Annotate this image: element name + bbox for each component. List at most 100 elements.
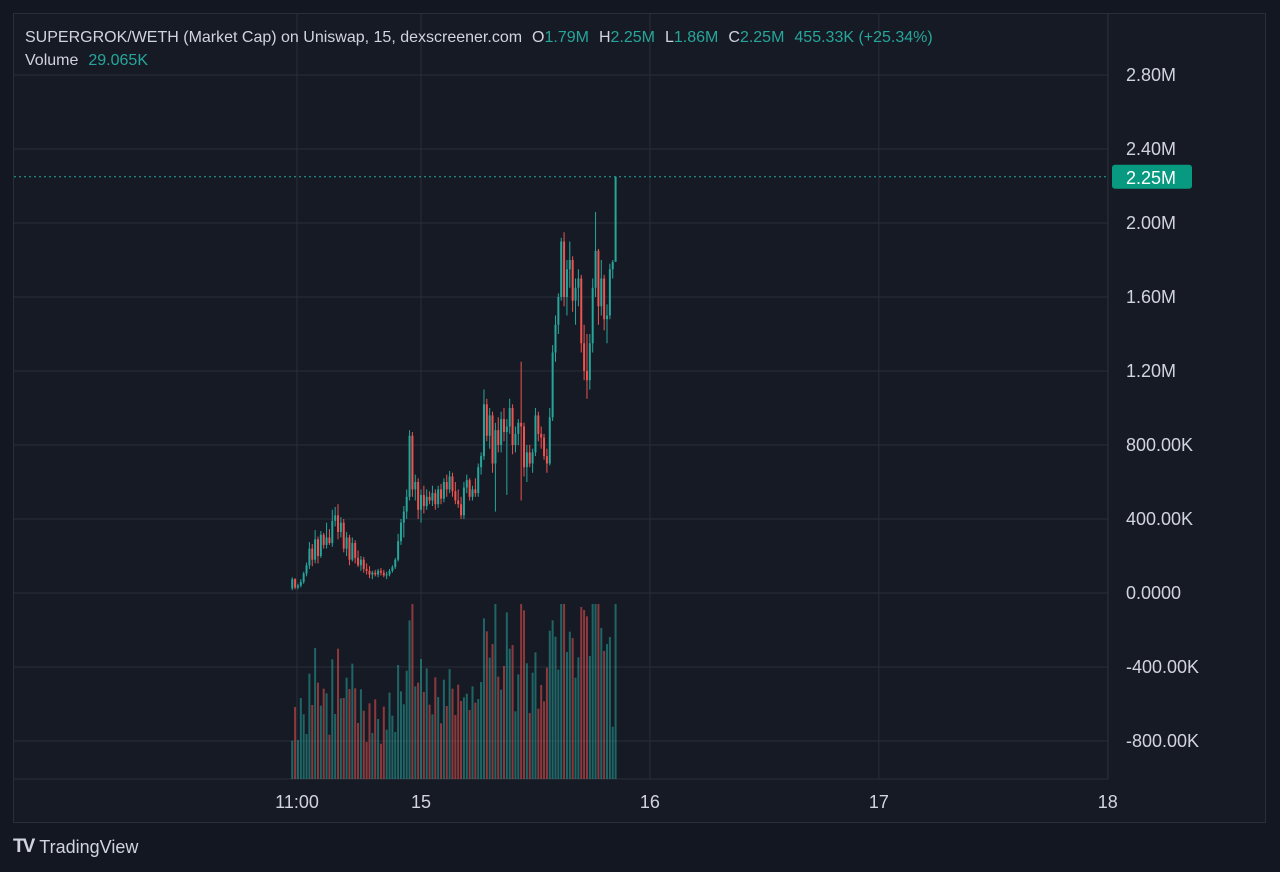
volume-bar — [548, 630, 551, 779]
candle-body — [299, 581, 302, 586]
candle — [445, 474, 448, 497]
candle — [411, 432, 414, 497]
volume-bar — [514, 711, 517, 779]
candle — [354, 540, 357, 564]
chart-legend: SUPERGROK/WETH (Market Cap) on Uniswap, … — [25, 26, 933, 72]
candle — [505, 419, 508, 495]
volume-bar — [482, 618, 485, 779]
volume-bar — [397, 665, 400, 779]
volume-bar — [296, 740, 299, 779]
volume-bar — [517, 674, 520, 779]
candle-body — [560, 241, 563, 297]
candle-body — [594, 250, 597, 288]
candle — [417, 478, 420, 519]
candle-body — [597, 250, 600, 307]
candle-body — [585, 371, 588, 381]
candle — [551, 345, 554, 421]
low-value: 1.86M — [673, 29, 719, 46]
volume-bar — [388, 692, 391, 779]
candle — [543, 433, 546, 460]
volume-bar — [425, 668, 428, 779]
candle — [394, 557, 397, 569]
candle-body — [591, 287, 594, 344]
candle — [491, 411, 494, 473]
candle — [351, 537, 354, 562]
candle-body — [428, 496, 431, 501]
candle-body — [294, 579, 297, 588]
tradingview-logo-icon[interactable]: TV — [13, 836, 35, 858]
candle — [374, 569, 377, 577]
candle-body — [371, 572, 374, 575]
candle — [408, 430, 411, 501]
volume-bar — [339, 698, 342, 779]
candle — [319, 531, 322, 558]
y-tick-label: 1.60M — [1126, 287, 1176, 307]
volume-bar — [568, 631, 571, 779]
candle-body — [531, 452, 534, 464]
volume-bar — [571, 638, 574, 779]
candle-body — [497, 430, 500, 445]
y-tick-label: 0.0000 — [1126, 583, 1181, 603]
volume-bar — [391, 715, 394, 779]
y-tick-label: 2.40M — [1126, 139, 1176, 159]
volume-bar — [331, 659, 334, 779]
candle-body — [411, 435, 414, 490]
volume-bar — [417, 682, 420, 779]
candle — [382, 569, 385, 578]
candle-body — [508, 408, 511, 427]
candle — [523, 422, 526, 477]
candle-body — [563, 241, 566, 297]
candle-body — [368, 570, 371, 575]
x-tick-label: 15 — [411, 792, 431, 812]
volume-bar — [305, 734, 308, 779]
candle-body — [365, 568, 368, 571]
candle — [477, 463, 480, 497]
candle-body — [445, 482, 448, 490]
candle — [311, 543, 314, 567]
candle — [420, 489, 422, 523]
y-tick-label: 2.80M — [1126, 65, 1176, 85]
candle — [534, 408, 537, 457]
candle-body — [554, 324, 557, 353]
candle-body — [606, 315, 608, 320]
volume-bar — [520, 604, 523, 779]
candle — [402, 506, 405, 538]
candle — [494, 422, 497, 512]
volume-bar — [351, 663, 354, 779]
volume-bar — [308, 673, 311, 779]
x-tick-label: 17 — [869, 792, 889, 812]
candle — [471, 485, 474, 501]
candle — [451, 472, 454, 497]
candle — [291, 577, 294, 591]
candle — [548, 408, 551, 466]
candle-body — [571, 260, 574, 301]
candle — [514, 426, 517, 453]
volume-bar — [345, 677, 348, 779]
volume-bar — [302, 714, 305, 779]
volume-bar — [474, 702, 477, 779]
volume-bar — [543, 701, 546, 779]
candle — [560, 237, 563, 301]
candle-body — [511, 408, 514, 445]
y-tick-label: -800.00K — [1126, 731, 1199, 751]
volume-bars — [291, 604, 617, 779]
candle-body — [397, 541, 400, 560]
volume-bar — [445, 706, 448, 779]
symbol-title[interactable]: SUPERGROK/WETH (Market Cap) on Uniswap, … — [25, 26, 522, 49]
candle-body — [588, 343, 591, 381]
candle — [302, 571, 305, 584]
volume-bar — [460, 701, 463, 779]
volume-bar — [477, 699, 480, 779]
volume-bar — [591, 604, 594, 779]
candle — [299, 579, 302, 588]
candle-body — [319, 534, 322, 556]
candle-body — [611, 261, 614, 270]
brand-name[interactable]: TradingView — [39, 837, 138, 858]
volume-bar — [580, 607, 583, 779]
candle — [431, 485, 434, 507]
candle-body — [388, 570, 391, 575]
candlestick-chart[interactable]: 2.80M 2.40M 2.00M 1.60M 1.20M 800.00K 400.00K 0… — [0, 0, 1280, 872]
candle — [585, 334, 588, 399]
candle — [474, 478, 477, 497]
volume-bar — [457, 684, 460, 779]
